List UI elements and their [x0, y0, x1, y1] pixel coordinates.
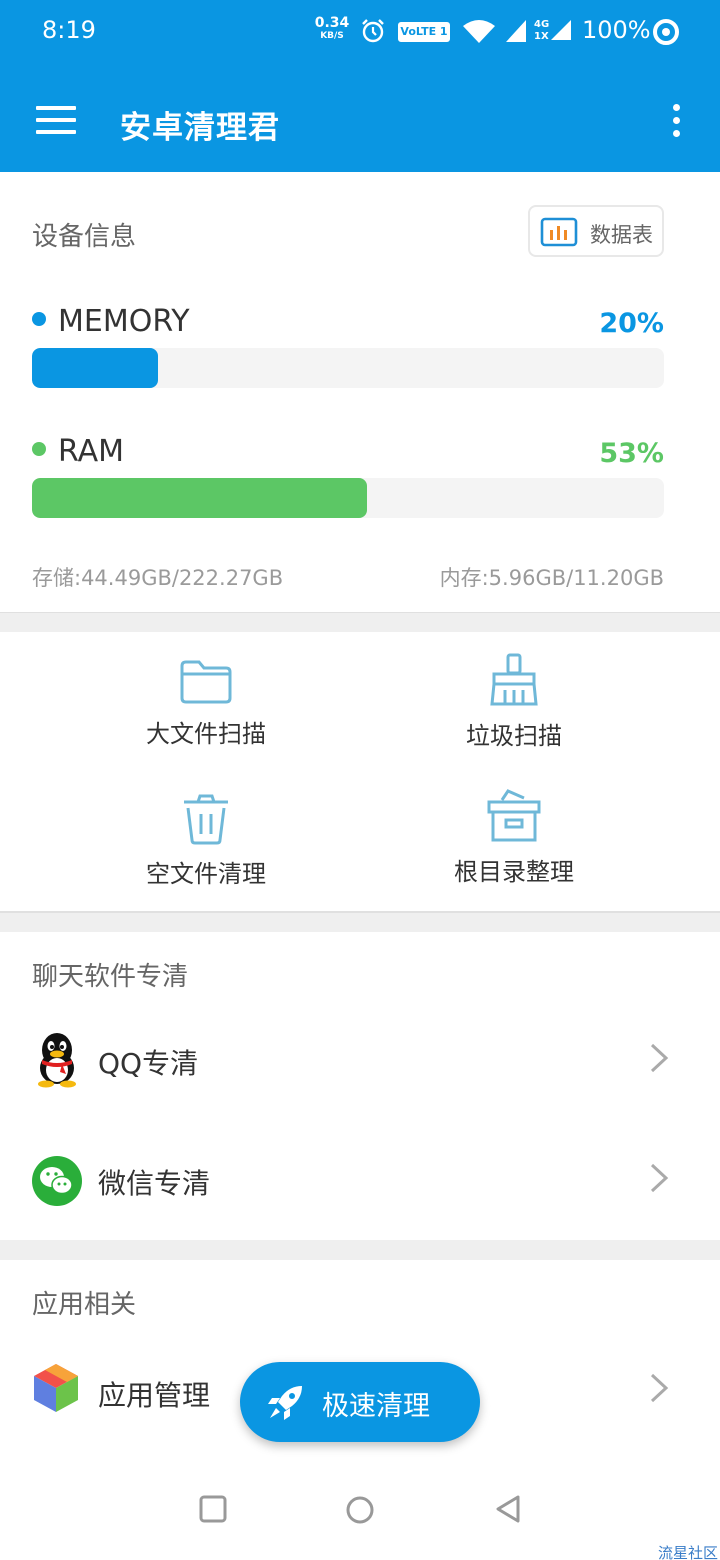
ram-dot	[32, 442, 46, 456]
chevron-right-icon	[650, 1163, 669, 1193]
divider	[0, 912, 720, 932]
network-speed: 0.34 KB/S	[314, 15, 350, 41]
wechat-icon	[32, 1156, 82, 1206]
battery-percent: 100%	[582, 16, 651, 44]
list-item-label: 微信专清	[98, 1167, 211, 1200]
app-section-title: 应用相关	[32, 1290, 137, 1320]
chevron-right-icon	[650, 1373, 669, 1403]
home-icon[interactable]	[344, 1494, 376, 1526]
signal-icon	[506, 20, 526, 42]
quick-clean-button[interactable]: 极速清理	[240, 1362, 480, 1442]
ram-percent: 53%	[599, 438, 664, 469]
folder-icon	[180, 660, 232, 704]
tool-junk-scan[interactable]: 垃圾扫描	[394, 652, 634, 782]
chat-section-title: 聊天软件专清	[32, 962, 189, 992]
system-nav-bar	[0, 1462, 720, 1560]
tool-large-file-scan[interactable]: 大文件扫描	[86, 658, 326, 788]
wifi-icon	[463, 20, 495, 43]
list-item-label: QQ专清	[98, 1047, 199, 1080]
datatable-button[interactable]: 数据表	[528, 205, 664, 257]
broom-icon	[490, 653, 538, 706]
app-title: 安卓清理君	[120, 110, 280, 146]
device-info-card: 设备信息 数据表 MEMORY 20% RAM 53% 存储:44.49GB/2…	[0, 172, 720, 612]
divider	[0, 1240, 720, 1260]
app-cube-icon	[34, 1364, 78, 1412]
more-options-icon[interactable]	[670, 104, 682, 140]
memory-text: 内存:5.96GB/11.20GB	[439, 566, 664, 590]
rocket-icon	[268, 1386, 302, 1420]
list-item-qq-clean[interactable]: QQ专清	[0, 1000, 720, 1120]
alarm-icon	[362, 19, 384, 43]
divider	[0, 612, 720, 632]
ram-label: RAM	[32, 434, 124, 469]
list-item-label: 应用管理	[98, 1379, 211, 1412]
device-info-title: 设备信息	[32, 222, 137, 252]
tool-root-dir-organize[interactable]: 根目录整理	[394, 788, 634, 918]
memory-dot	[32, 312, 46, 326]
quick-clean-label: 极速清理	[322, 1391, 430, 1422]
network-type: 4G 1X	[534, 19, 550, 42]
list-item-wechat-clean[interactable]: 微信专清	[0, 1120, 720, 1240]
tools-grid: 大文件扫描 垃圾扫描 空文件清理 根目录整理	[0, 632, 720, 912]
app-bar: 安卓清理君	[0, 62, 720, 172]
memory-percent: 20%	[599, 308, 664, 339]
status-time: 8:19	[42, 16, 96, 44]
battery-ring-icon	[653, 19, 679, 45]
bar-chart-icon	[540, 217, 578, 247]
volte-badge: VoLTE 1	[398, 22, 450, 42]
watermark: 流星社区	[657, 1544, 718, 1560]
ram-bar	[32, 478, 664, 518]
recents-icon[interactable]	[198, 1494, 228, 1524]
chat-clean-section: 聊天软件专清 QQ专清 微信专清	[0, 932, 720, 1240]
signal-2-icon	[551, 20, 571, 40]
menu-icon[interactable]	[36, 106, 76, 134]
memory-bar-fill	[32, 348, 159, 388]
memory-label: MEMORY	[32, 304, 190, 339]
storage-text: 存储:44.49GB/222.27GB	[32, 566, 284, 590]
tool-empty-file-clean[interactable]: 空文件清理	[86, 792, 326, 922]
trash-icon	[184, 794, 228, 845]
qq-penguin-icon	[38, 1033, 76, 1088]
back-icon[interactable]	[494, 1494, 522, 1524]
ram-bar-fill	[32, 478, 367, 518]
chevron-right-icon	[650, 1043, 669, 1073]
status-bar: 8:19 0.34 KB/S VoLTE 1 4G 1X 100%	[0, 0, 720, 62]
archive-box-icon	[487, 789, 541, 842]
datatable-label: 数据表	[590, 223, 653, 247]
memory-bar	[32, 348, 664, 388]
